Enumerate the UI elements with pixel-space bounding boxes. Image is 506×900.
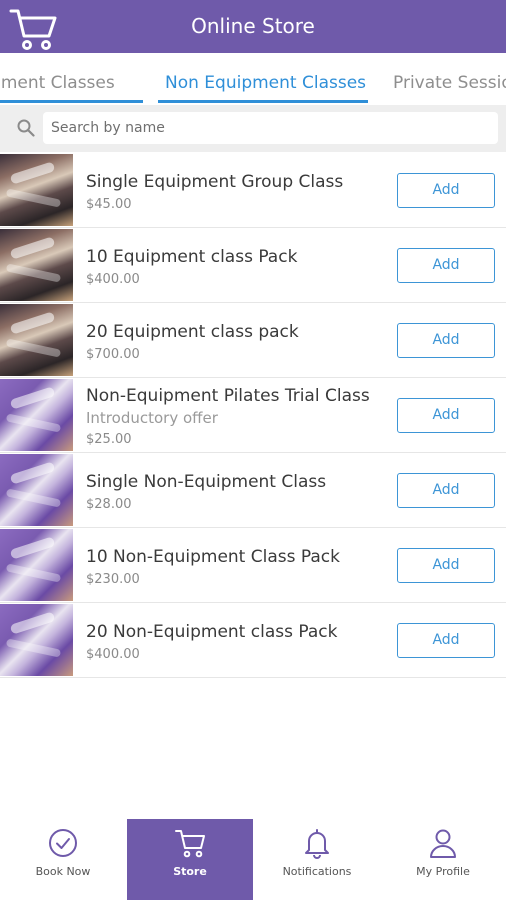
nav-label: My Profile bbox=[416, 865, 470, 878]
product-price: $700.00 bbox=[86, 347, 140, 362]
product-price: $400.00 bbox=[86, 272, 140, 287]
app-root: Online Store Equipment Classes Non Equip… bbox=[0, 0, 506, 900]
product-price: $230.00 bbox=[86, 572, 140, 587]
product-name: 20 Equipment class pack bbox=[86, 322, 299, 342]
page-title: Online Store bbox=[191, 14, 315, 38]
product-list: Single Equipment Group Class $45.00 Add … bbox=[0, 153, 506, 678]
add-button[interactable]: Add bbox=[397, 248, 495, 283]
nav-book-now[interactable]: Book Now bbox=[0, 819, 126, 900]
product-name: Single Non-Equipment Class bbox=[86, 472, 327, 492]
nav-label: Store bbox=[173, 865, 207, 878]
category-tabs: Equipment Classes Non Equipment Classes … bbox=[0, 53, 506, 105]
add-button[interactable]: Add bbox=[397, 398, 495, 433]
product-thumbnail bbox=[0, 154, 73, 226]
product-name: 10 Equipment class Pack bbox=[86, 247, 298, 267]
check-circle-icon bbox=[49, 829, 77, 857]
nav-label: Book Now bbox=[35, 865, 91, 878]
tab-underline-active bbox=[158, 100, 368, 103]
header-bar: Online Store bbox=[0, 0, 506, 53]
list-item: 20 Equipment class pack $700.00 Add bbox=[0, 303, 506, 378]
product-price: $28.00 bbox=[86, 497, 132, 512]
product-name: Single Equipment Group Class bbox=[86, 172, 344, 192]
add-button[interactable]: Add bbox=[397, 623, 495, 658]
product-price: $400.00 bbox=[86, 647, 140, 662]
bottom-nav: Book Now Store Notifications My Profile bbox=[0, 819, 506, 900]
add-button[interactable]: Add bbox=[397, 473, 495, 508]
search-bar bbox=[0, 105, 506, 152]
tab-private-sessions[interactable]: Private Sessions bbox=[393, 73, 506, 93]
add-button[interactable]: Add bbox=[397, 323, 495, 358]
product-price: $45.00 bbox=[86, 197, 132, 212]
product-thumbnail bbox=[0, 529, 73, 601]
cart-icon bbox=[175, 830, 205, 858]
bell-icon bbox=[305, 829, 329, 859]
tab-underline-equipment bbox=[0, 100, 143, 103]
tab-equipment-classes[interactable]: Equipment Classes bbox=[0, 73, 115, 93]
add-button[interactable]: Add bbox=[397, 173, 495, 208]
product-subtitle: Introductory offer bbox=[86, 409, 218, 427]
product-thumbnail bbox=[0, 229, 73, 301]
search-input[interactable] bbox=[43, 112, 498, 144]
product-name: 10 Non-Equipment Class Pack bbox=[86, 547, 340, 567]
person-icon bbox=[430, 829, 456, 858]
product-price: $25.00 bbox=[86, 432, 132, 447]
add-button[interactable]: Add bbox=[397, 548, 495, 583]
list-item: Non-Equipment Pilates Trial Class Introd… bbox=[0, 378, 506, 453]
tab-non-equipment-classes[interactable]: Non Equipment Classes bbox=[165, 73, 366, 93]
nav-label: Notifications bbox=[282, 865, 352, 878]
product-name: Non-Equipment Pilates Trial Class bbox=[86, 386, 370, 406]
list-item: 20 Non-Equipment class Pack $400.00 Add bbox=[0, 603, 506, 678]
list-item: Single Non-Equipment Class $28.00 Add bbox=[0, 453, 506, 528]
product-thumbnail bbox=[0, 304, 73, 376]
product-thumbnail bbox=[0, 454, 73, 526]
product-thumbnail bbox=[0, 379, 73, 451]
list-item: 10 Non-Equipment Class Pack $230.00 Add bbox=[0, 528, 506, 603]
nav-notifications[interactable]: Notifications bbox=[254, 819, 380, 900]
search-icon bbox=[17, 119, 35, 137]
nav-my-profile[interactable]: My Profile bbox=[380, 819, 506, 900]
product-thumbnail bbox=[0, 604, 73, 676]
list-item: Single Equipment Group Class $45.00 Add bbox=[0, 153, 506, 228]
nav-store[interactable]: Store bbox=[127, 819, 253, 900]
product-name: 20 Non-Equipment class Pack bbox=[86, 622, 338, 642]
list-item: 10 Equipment class Pack $400.00 Add bbox=[0, 228, 506, 303]
